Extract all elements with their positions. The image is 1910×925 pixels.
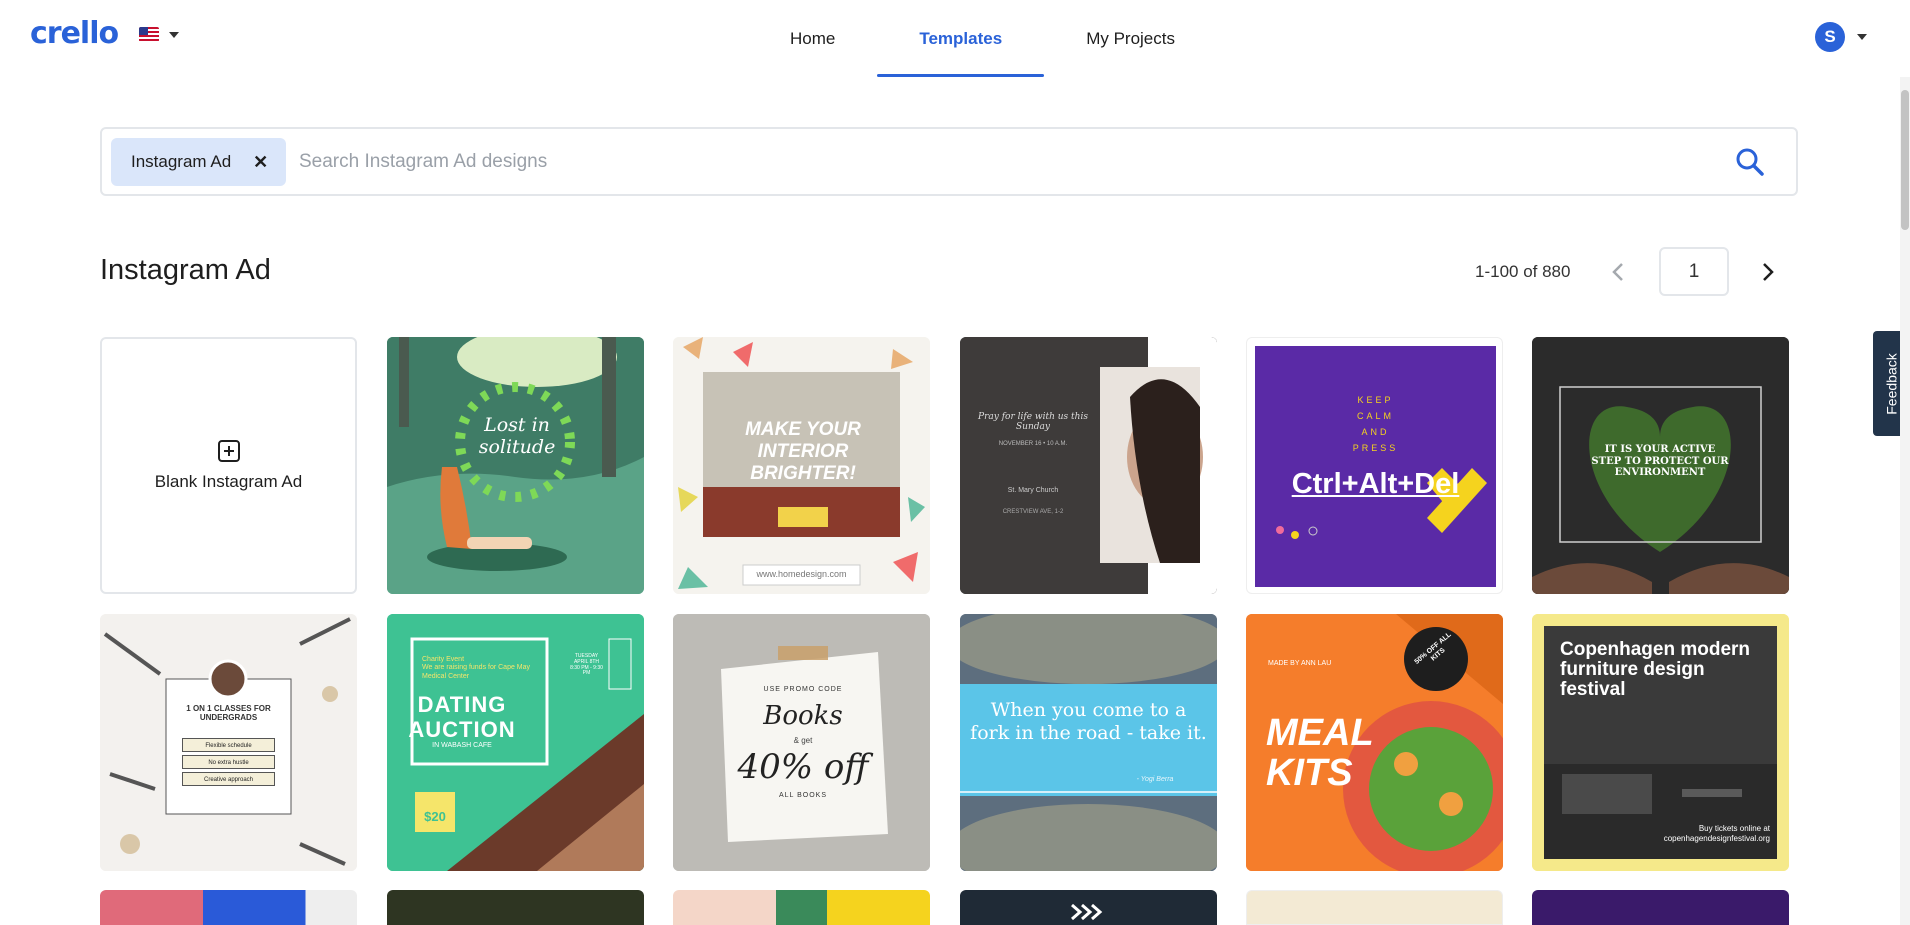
header: crello Home Templates My Projects S	[0, 0, 1910, 77]
search-input[interactable]	[299, 143, 1599, 181]
scrollbar-thumb[interactable]	[1901, 90, 1909, 230]
blank-card-label: Blank Instagram Ad	[154, 471, 303, 491]
template-text: DATING AUCTION	[408, 692, 516, 743]
chevron-left-icon	[1612, 263, 1623, 281]
chevron-right-icon	[1763, 263, 1774, 281]
close-icon[interactable]: ✕	[253, 152, 268, 173]
template-card[interactable]: MADE BY ANN LAU MEAL KITS 50% OFF ALL KI…	[1246, 614, 1503, 871]
template-text: We are raising funds for Cape May Medica…	[422, 664, 531, 680]
crello-logo[interactable]: crello	[30, 16, 119, 51]
template-text: 40% off	[737, 747, 869, 787]
main-nav: Home Templates My Projects	[748, 0, 1217, 77]
template-text: No extra hustle	[182, 755, 275, 769]
template-text: USE PROMO CODE	[763, 686, 843, 693]
template-text: Buy tickets online at copenhagendesignfe…	[1663, 824, 1770, 844]
template-text: IT IS YOUR ACTIVE STEP TO PROTECT OUR EN…	[1591, 444, 1729, 478]
template-card[interactable]: Copenhagen modern furniture design festi…	[1532, 614, 1789, 871]
template-text: & get	[793, 736, 813, 745]
template-text: PRESS	[1352, 443, 1399, 453]
template-text: www.homedesign.com	[756, 569, 847, 579]
template-card[interactable]: MAKE YOUR INTERIOR BRIGHTER! www.homedes…	[673, 337, 930, 594]
blank-template-card[interactable]: Blank Instagram Ad	[100, 337, 357, 594]
template-card[interactable]: Charity Event We are raising funds for C…	[387, 614, 644, 871]
template-text: Creative approach	[182, 772, 275, 786]
next-page-button[interactable]	[1754, 258, 1782, 286]
search-button[interactable]	[1732, 144, 1768, 180]
template-card[interactable]	[960, 890, 1217, 925]
chevron-down-icon	[169, 31, 179, 38]
template-card[interactable]: 1 ON 1 CLASSES FOR UNDERGRADS Flexible s…	[100, 614, 357, 871]
template-card[interactable]	[100, 890, 357, 925]
add-icon	[217, 439, 240, 462]
template-text: Ctrl+Alt+Del	[1291, 468, 1460, 500]
chip-label: Instagram Ad	[131, 152, 232, 171]
template-text: $20	[424, 809, 446, 824]
template-text: ALL BOOKS	[778, 792, 828, 799]
template-card[interactable]: USE PROMO CODE Books & get 40% off ALL B…	[673, 614, 930, 871]
template-thumbnail	[387, 337, 644, 594]
template-card[interactable]: When you come to a fork in the road - ta…	[960, 614, 1217, 871]
nav-templates[interactable]: Templates	[877, 0, 1045, 77]
template-text: St. Mary Church	[1007, 487, 1059, 494]
template-card[interactable]: Pray for life with us this Sunday NOVEMB…	[960, 337, 1217, 594]
template-text: When you come to a fork in the road - ta…	[970, 699, 1207, 744]
template-text: Pray for life with us this Sunday	[978, 412, 1088, 433]
template-text: MAKE YOUR INTERIOR BRIGHTER!	[745, 419, 861, 484]
template-card[interactable]: Lost in solitude	[387, 337, 644, 594]
result-range: 1-100 of 880	[1475, 262, 1571, 281]
nav-home[interactable]: Home	[748, 0, 877, 77]
template-text: Charity Event	[422, 656, 465, 663]
format-filter-chip: Instagram Ad ✕	[111, 138, 287, 186]
template-text: TUESDAY APRIL 8TH 8:30 PM - 9:30 PM	[570, 653, 603, 677]
search-bar: Instagram Ad ✕	[100, 127, 1798, 196]
nav-my-projects[interactable]: My Projects	[1044, 0, 1217, 77]
template-text: KEEP	[1357, 395, 1394, 405]
template-card[interactable]	[673, 890, 930, 925]
template-text: MEAL KITS	[1266, 712, 1373, 794]
chevron-down-icon	[1857, 34, 1867, 40]
template-text: Copenhagen modern furniture design festi…	[1560, 639, 1751, 700]
user-menu[interactable]: S	[1815, 22, 1867, 52]
prev-page-button[interactable]	[1605, 258, 1633, 286]
template-thumbnail	[1255, 346, 1496, 587]
us-flag-icon	[139, 27, 159, 42]
template-text: Books	[763, 701, 843, 731]
language-selector[interactable]	[139, 27, 179, 42]
avatar: S	[1815, 22, 1845, 52]
template-text: CALM	[1356, 411, 1394, 421]
feedback-label: Feedback	[1883, 352, 1900, 415]
page-number-input[interactable]	[1659, 247, 1729, 296]
template-text: Lost in solitude	[478, 414, 556, 458]
template-text: MADE BY ANN LAU	[1268, 660, 1332, 667]
template-card[interactable]	[387, 890, 644, 925]
chevrons-icon	[1071, 903, 1103, 921]
page-title: Instagram Ad	[100, 254, 271, 286]
template-card[interactable]	[1246, 890, 1503, 925]
template-text: CRESTVIEW AVE, 1-2	[1002, 509, 1064, 515]
template-text: AND	[1361, 427, 1390, 437]
template-card[interactable]: IT IS YOUR ACTIVE STEP TO PROTECT OUR EN…	[1532, 337, 1789, 594]
template-text: Flexible schedule	[182, 738, 275, 752]
template-thumbnail	[960, 337, 1217, 594]
template-card[interactable]	[1532, 890, 1789, 925]
template-text: IN WABASH CAFE	[432, 742, 492, 749]
template-text: - Yogi Berra	[1136, 776, 1174, 783]
template-text: 1 ON 1 CLASSES FOR UNDERGRADS	[186, 704, 271, 723]
template-card[interactable]: KEEP CALM AND PRESS Ctrl+Alt+Del	[1246, 337, 1503, 594]
template-text: NOVEMBER 16 • 10 A.M.	[998, 441, 1068, 447]
search-icon	[1736, 148, 1764, 176]
